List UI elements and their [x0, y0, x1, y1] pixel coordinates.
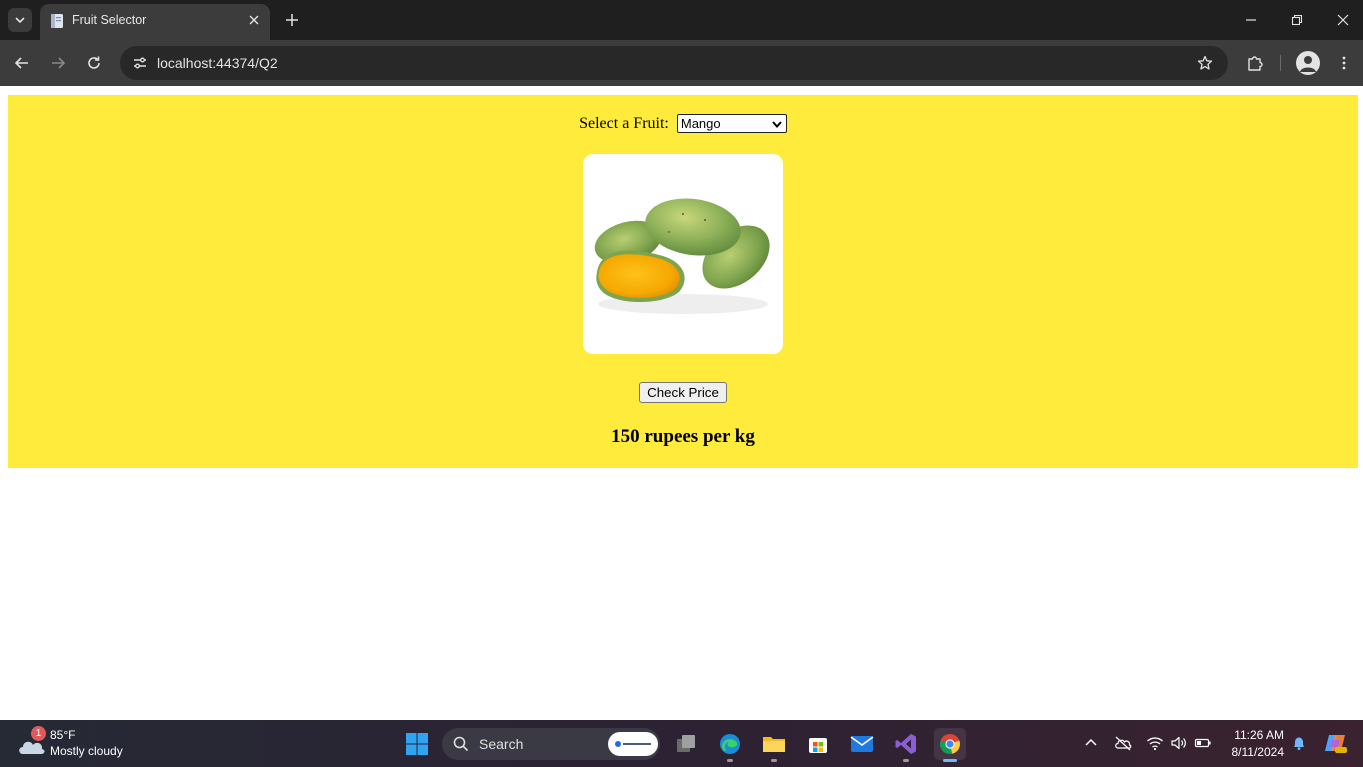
microsoft-store-app[interactable]	[802, 728, 834, 760]
reload-icon	[88, 56, 100, 69]
edge-icon	[720, 734, 740, 754]
notifications-button[interactable]	[1288, 732, 1310, 754]
back-arrow-icon	[14, 57, 28, 69]
fruit-image	[583, 154, 783, 354]
mail-icon	[850, 736, 874, 752]
show-hidden-icons-button[interactable]	[1080, 732, 1102, 754]
back-button[interactable]	[10, 51, 34, 75]
forward-button[interactable]	[46, 51, 70, 75]
start-button[interactable]	[405, 732, 429, 756]
tune-icon	[134, 57, 146, 69]
copilot-button[interactable]	[1322, 732, 1348, 754]
running-indicator	[903, 759, 909, 762]
puzzle-icon	[1248, 56, 1263, 71]
browser-tab[interactable]: Fruit Selector	[40, 4, 270, 40]
fruit-selector-panel: Select a Fruit: Mango Check Price 150 ru…	[8, 95, 1358, 468]
profile-avatar[interactable]	[1296, 51, 1320, 75]
close-icon	[1337, 14, 1349, 26]
volume-tray[interactable]	[1168, 732, 1190, 754]
copilot-icon	[1325, 735, 1347, 753]
weather-notification-badge: 1	[31, 726, 46, 741]
visual-studio-icon	[895, 734, 916, 754]
fruit-select-value: Mango	[680, 116, 721, 131]
weather-description: Mostly cloudy	[50, 744, 123, 758]
chrome-app[interactable]	[934, 728, 966, 762]
store-icon	[809, 738, 827, 753]
tab-title: Fruit Selector	[72, 13, 147, 27]
weather-widget[interactable]: 1 85°F Mostly cloudy	[14, 726, 144, 762]
search-icon	[453, 736, 469, 752]
close-icon	[249, 15, 259, 25]
close-window-button[interactable]	[1331, 8, 1355, 32]
taskbar-search-box[interactable]: Search	[442, 728, 660, 760]
bell-icon	[1294, 737, 1304, 750]
folder-icon	[763, 737, 785, 752]
battery-icon	[1194, 738, 1211, 748]
running-indicator	[727, 759, 733, 762]
cloud-off-icon	[1115, 736, 1132, 751]
page-viewport: Select a Fruit: Mango Check Price 150 ru…	[0, 87, 1363, 720]
chevron-up-icon	[1085, 738, 1097, 746]
wifi-tray[interactable]	[1144, 732, 1166, 754]
mango-image	[594, 198, 770, 314]
visual-studio-app[interactable]	[890, 728, 922, 762]
browser-menu-button[interactable]	[1332, 51, 1356, 75]
page-favicon-icon	[51, 14, 63, 28]
mail-app[interactable]	[846, 728, 878, 760]
tab-search-button[interactable]	[8, 8, 32, 32]
star-icon	[1197, 55, 1213, 70]
search-highlight-icon	[615, 741, 651, 747]
onedrive-tray[interactable]	[1112, 732, 1134, 754]
forward-arrow-icon	[52, 57, 66, 69]
weather-temperature: 85°F	[50, 728, 76, 742]
browser-toolbar: localhost:44374/Q2	[0, 40, 1363, 86]
tab-close-button[interactable]	[246, 12, 262, 28]
battery-tray[interactable]	[1192, 732, 1214, 754]
bookmark-button[interactable]	[1194, 52, 1216, 74]
more-vertical-icon	[1342, 56, 1346, 70]
search-highlight-badge[interactable]	[608, 732, 658, 756]
volume-icon	[1171, 736, 1186, 750]
chevron-down-icon	[15, 17, 25, 24]
price-result-text: 150 rupees per kg	[611, 426, 755, 447]
address-bar[interactable]: localhost:44374/Q2	[120, 46, 1228, 80]
restore-button[interactable]	[1285, 8, 1309, 32]
restore-icon	[1291, 14, 1303, 26]
edge-app[interactable]	[714, 728, 746, 762]
fruit-select-dropdown[interactable]: Mango	[676, 114, 787, 133]
windows-logo-icon	[406, 733, 428, 755]
clock-date[interactable]: 8/11/2024	[1222, 745, 1285, 759]
url-text[interactable]: localhost:44374/Q2	[157, 55, 278, 71]
task-view-icon	[677, 735, 695, 752]
minimize-icon	[1246, 19, 1256, 21]
clock-time[interactable]: 11:26 AM	[1222, 728, 1284, 742]
wifi-icon	[1147, 737, 1163, 751]
fruit-select-row: Select a Fruit: Mango	[8, 114, 1358, 133]
taskbar-search-label: Search	[479, 736, 524, 752]
browser-tab-strip: Fruit Selector	[0, 0, 1363, 40]
new-tab-button[interactable]	[282, 10, 302, 30]
reload-button[interactable]	[82, 51, 106, 75]
windows-taskbar: 1 85°F Mostly cloudy Search 11:26 AM 8/1…	[0, 720, 1363, 767]
site-info-button[interactable]	[128, 51, 152, 75]
plus-icon	[286, 14, 298, 26]
file-explorer-app[interactable]	[758, 728, 790, 762]
minimize-button[interactable]	[1239, 8, 1263, 32]
fruit-select-label: Select a Fruit:	[579, 114, 669, 132]
check-price-button[interactable]: Check Price	[639, 382, 727, 403]
running-indicator	[771, 759, 777, 762]
chrome-icon	[939, 734, 960, 755]
person-icon	[1300, 56, 1316, 72]
toolbar-divider	[1280, 55, 1281, 71]
active-indicator	[943, 759, 957, 762]
dropdown-arrow-icon	[772, 121, 782, 129]
task-view-button[interactable]	[670, 728, 702, 760]
extensions-button[interactable]	[1243, 51, 1267, 75]
